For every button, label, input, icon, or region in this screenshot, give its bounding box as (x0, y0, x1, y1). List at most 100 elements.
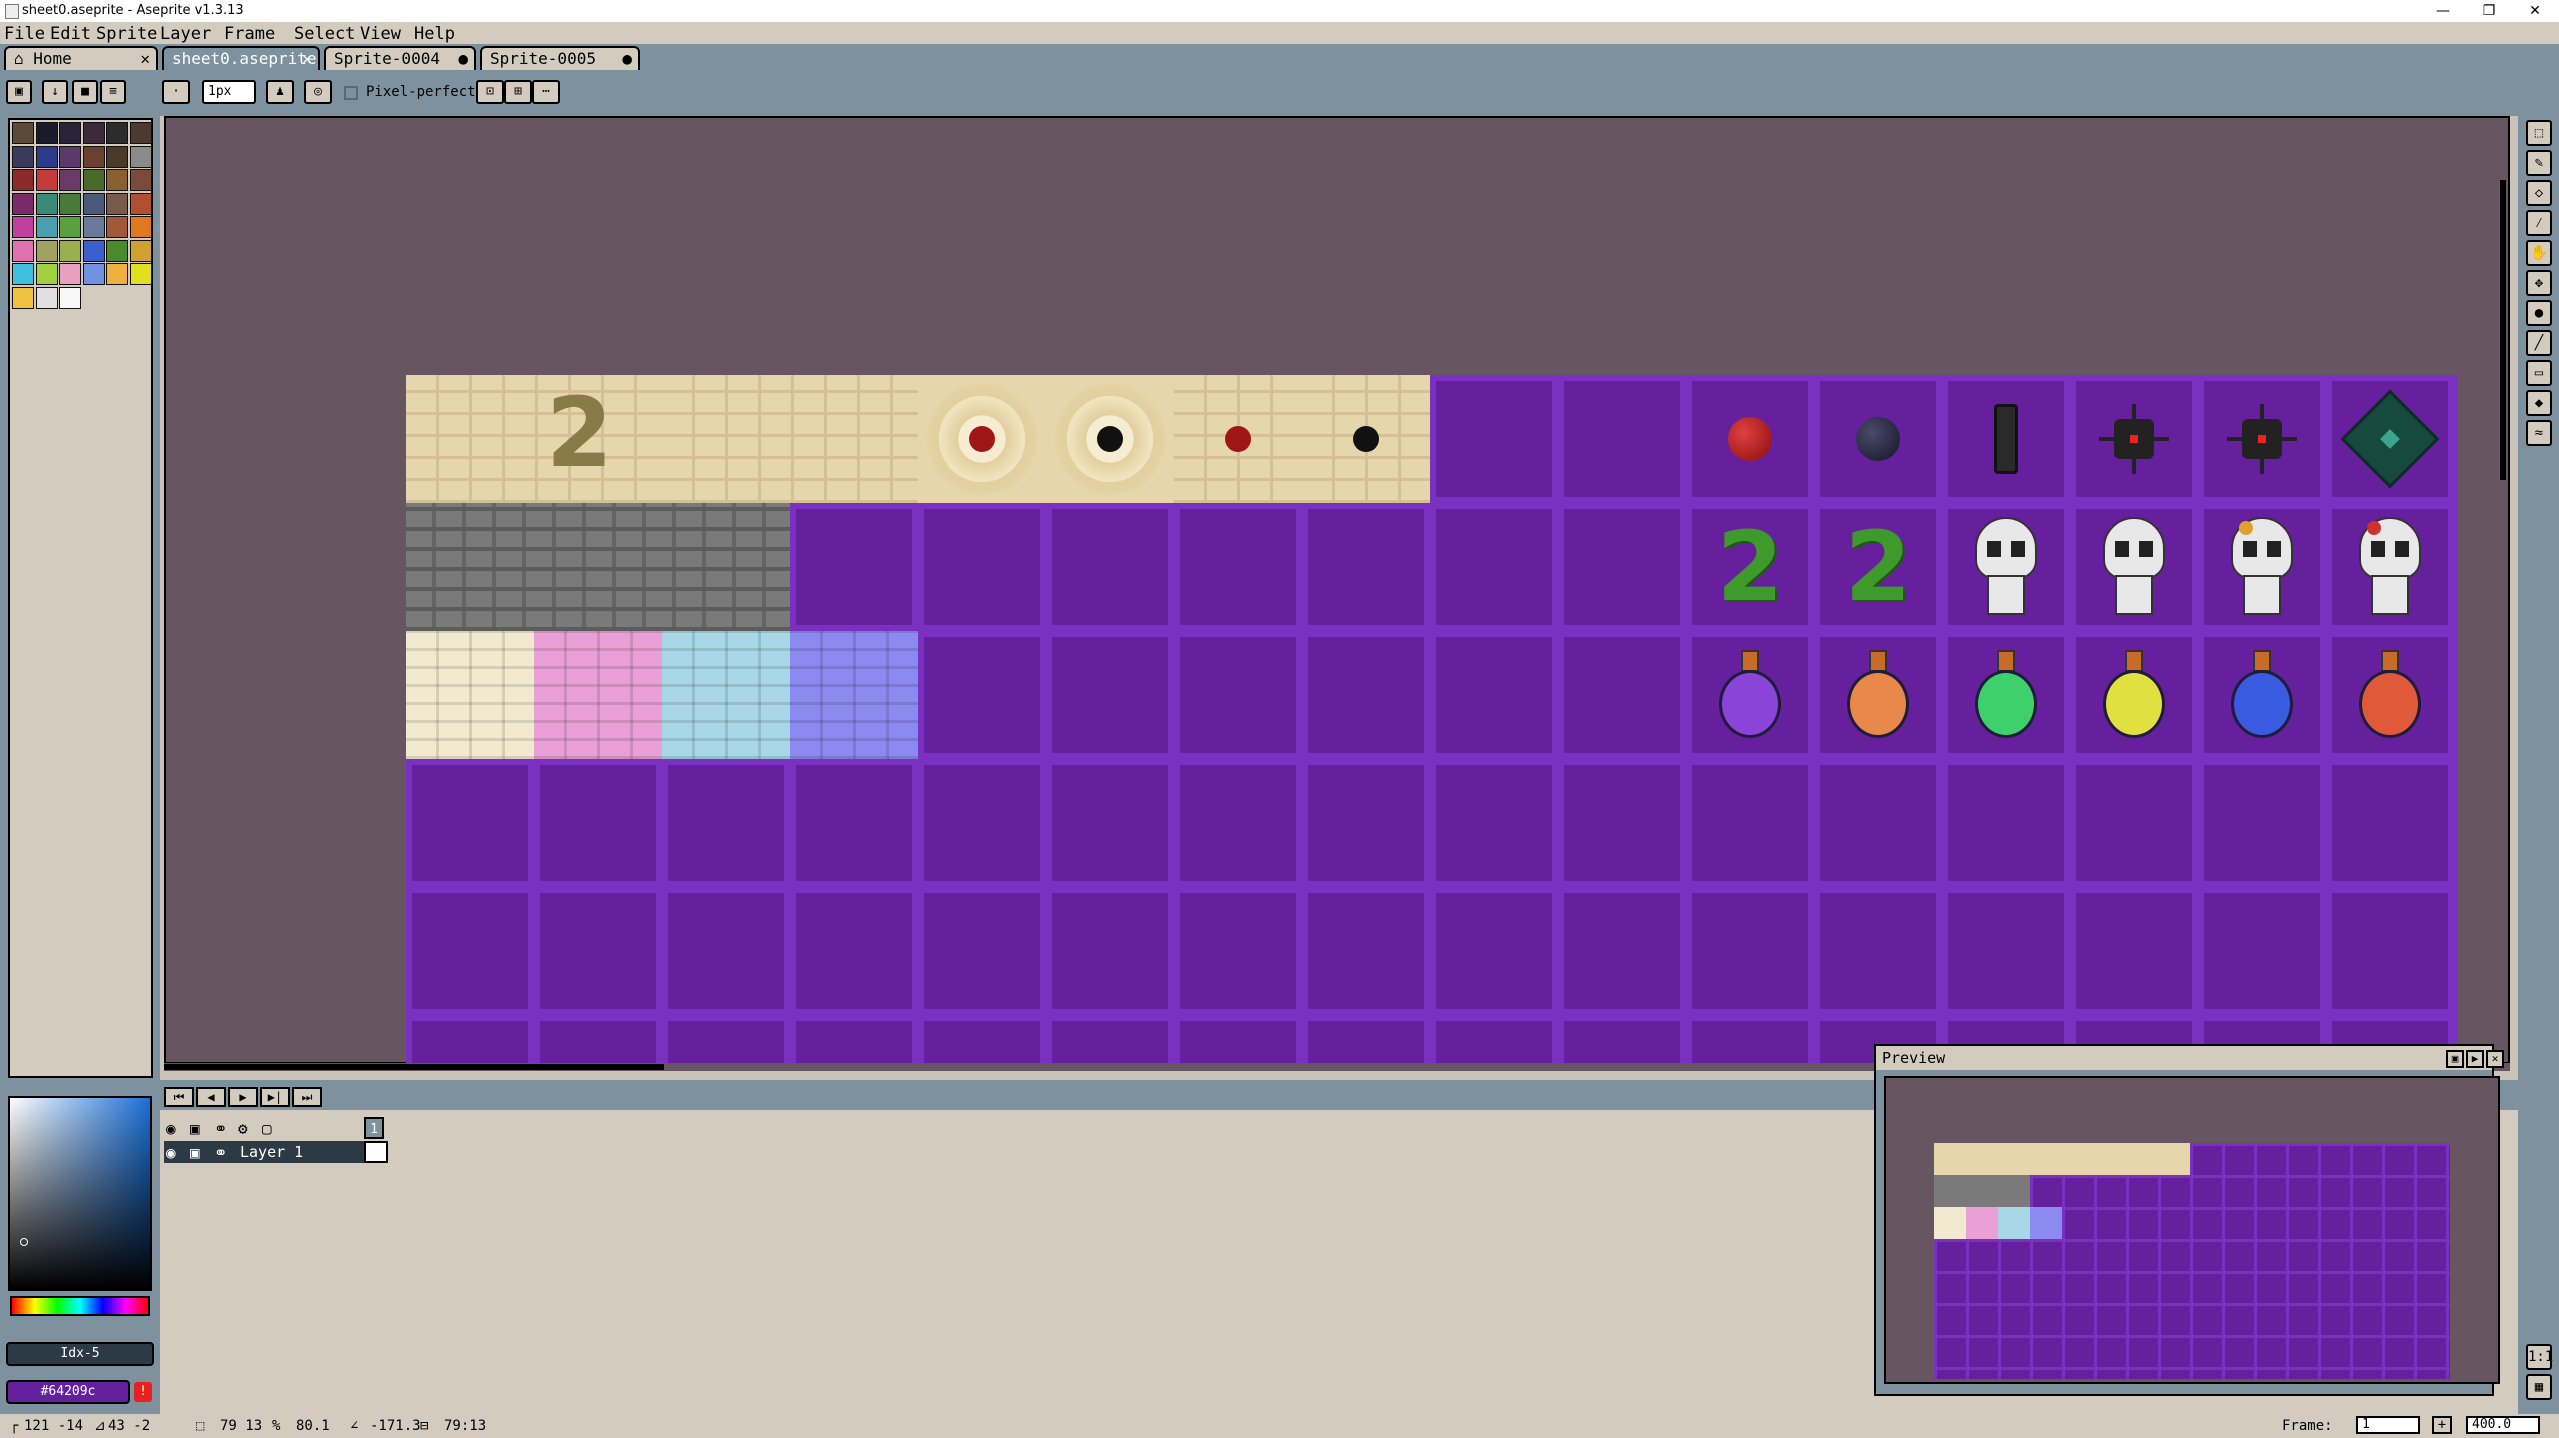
rectangle-icon[interactable]: ▭ (2526, 360, 2552, 386)
palette-swatch[interactable] (106, 192, 128, 215)
pencil-icon[interactable]: ✎ (2526, 150, 2552, 176)
foreground-color[interactable]: #64209c (6, 1380, 130, 1404)
sprite-sheet[interactable]: 2 2 2 (406, 375, 2457, 1064)
palette-swatch[interactable] (106, 122, 128, 144)
lock-icon[interactable]: ▣ (190, 1119, 200, 1138)
menu-help[interactable]: Help (414, 24, 455, 44)
marquee-icon[interactable]: ⬚ (2526, 120, 2552, 146)
eyedropper-icon[interactable]: ⁄ (2526, 210, 2552, 236)
palette-swatch[interactable] (35, 286, 58, 309)
palette-swatch[interactable] (82, 239, 105, 262)
palette-swatch[interactable] (12, 192, 34, 215)
frame-input[interactable]: 1 (2356, 1416, 2420, 1434)
palette-swatch[interactable] (12, 216, 34, 238)
palette-swatch[interactable] (106, 263, 128, 285)
palette-swatch[interactable] (82, 122, 105, 144)
palette-swatch[interactable] (35, 145, 58, 168)
square-icon[interactable]: ■ (72, 80, 98, 104)
gear-icon[interactable]: ⚙ (238, 1119, 248, 1138)
cel[interactable] (364, 1141, 388, 1163)
minimize-button[interactable]: — (2420, 0, 2466, 22)
eye-icon[interactable]: ◉ (166, 1119, 176, 1138)
palette-swatch[interactable] (59, 122, 81, 144)
menu-lines-icon[interactable]: ≡ (100, 80, 126, 104)
add-frame-button[interactable]: + (2432, 1416, 2452, 1434)
brush-type-button[interactable]: · (162, 80, 190, 104)
palette-swatch[interactable] (12, 239, 34, 262)
palette-swatch[interactable] (106, 145, 128, 168)
palette-swatch[interactable] (106, 239, 128, 262)
frame-header[interactable]: 1 (364, 1117, 384, 1139)
palette-swatch[interactable] (82, 216, 105, 238)
modified-dot-icon[interactable]: ● (622, 48, 632, 70)
menu-select[interactable]: Select (294, 24, 355, 44)
palette-swatch[interactable] (129, 216, 152, 238)
tab-sprite-0004[interactable]: Sprite-0004 ● (324, 46, 476, 70)
palette-swatch[interactable] (59, 216, 81, 238)
palette-swatch[interactable] (35, 216, 58, 238)
palette-swatch[interactable] (129, 239, 152, 262)
close-icon[interactable]: ✕ (302, 48, 312, 70)
palette-swatch[interactable] (129, 169, 152, 191)
lock-icon[interactable]: ▣ (6, 80, 32, 104)
palette-swatch[interactable] (129, 263, 152, 285)
close-icon[interactable]: ✕ (2486, 1050, 2504, 1068)
palette-swatch[interactable] (82, 192, 105, 215)
palette-swatch[interactable] (82, 169, 105, 191)
preview-play-icon[interactable]: ▶ (2466, 1050, 2484, 1068)
symmetry-vertical-icon[interactable]: ⊞ (504, 80, 532, 104)
play-button[interactable]: ▶ (228, 1087, 258, 1107)
fill-icon[interactable]: ● (2526, 300, 2552, 326)
palette-swatch[interactable] (82, 145, 105, 168)
prev-frame-button[interactable]: ◀ (196, 1087, 226, 1107)
menu-layer[interactable]: Layer (160, 24, 211, 44)
symmetry-icon[interactable]: ⊡ (476, 80, 504, 104)
palette-swatch[interactable] (59, 263, 81, 285)
link-icon[interactable]: ⚭ (214, 1143, 227, 1162)
palette-swatch[interactable] (12, 122, 34, 144)
eraser-icon[interactable]: ◇ (2526, 180, 2552, 206)
fullscreen-icon[interactable]: ▦ (2526, 1374, 2552, 1400)
palette-swatch[interactable] (129, 122, 152, 144)
warning-icon[interactable]: ! (134, 1382, 152, 1402)
palette-swatch[interactable] (106, 169, 128, 191)
zoom-input[interactable]: 400.0 (2466, 1416, 2540, 1434)
palette-swatch[interactable] (129, 145, 152, 168)
palette-swatch[interactable] (59, 169, 81, 191)
last-frame-button[interactable]: ⏭ (292, 1087, 322, 1107)
palette-swatch[interactable] (12, 263, 34, 285)
palette-swatch[interactable] (35, 169, 58, 191)
vertical-scroll-thumb[interactable] (2500, 180, 2506, 480)
menu-file[interactable]: File (4, 24, 45, 44)
palette-swatch[interactable] (59, 145, 81, 168)
horizontal-scroll-thumb[interactable] (164, 1064, 664, 1070)
ink-icon[interactable]: ◎ (304, 80, 332, 104)
modified-dot-icon[interactable]: ● (458, 48, 468, 70)
hand-icon[interactable]: ✋ (2526, 240, 2552, 266)
menu-view[interactable]: View (360, 24, 401, 44)
menu-sprite[interactable]: Sprite (96, 24, 157, 44)
tab-sprite-0005[interactable]: Sprite-0005 ● (480, 46, 640, 70)
close-icon[interactable]: ✕ (140, 48, 150, 70)
menu-edit[interactable]: Edit (50, 24, 91, 44)
palette-swatch[interactable] (35, 192, 58, 215)
palette-swatch[interactable] (12, 145, 34, 168)
maximize-button[interactable]: ❐ (2466, 0, 2512, 22)
tab-sheet0[interactable]: sheet0.aseprite ✕ (162, 46, 320, 70)
pixel-perfect-checkbox[interactable] (344, 86, 358, 100)
preview-mode-icon[interactable]: ▣ (2446, 1050, 2464, 1068)
layer-icon[interactable]: ▢ (262, 1119, 272, 1138)
close-window-button[interactable]: ✕ (2512, 0, 2558, 22)
eye-icon[interactable]: ◉ (166, 1143, 176, 1162)
palette-swatch[interactable] (82, 263, 105, 285)
palette-swatch[interactable] (35, 263, 58, 285)
menu-frame[interactable]: Frame (224, 24, 275, 44)
download-icon[interactable]: ↓ (42, 80, 68, 104)
next-frame-button[interactable]: ▶| (260, 1087, 290, 1107)
tab-home[interactable]: ⌂ Home ✕ (4, 46, 158, 70)
more-options-icon[interactable]: ⋯ (532, 80, 560, 104)
stamp-icon[interactable]: ♟ (266, 80, 294, 104)
brush-size-input[interactable]: 1px (202, 80, 256, 104)
palette-swatch[interactable] (59, 286, 81, 309)
palette-swatch[interactable] (59, 239, 81, 262)
